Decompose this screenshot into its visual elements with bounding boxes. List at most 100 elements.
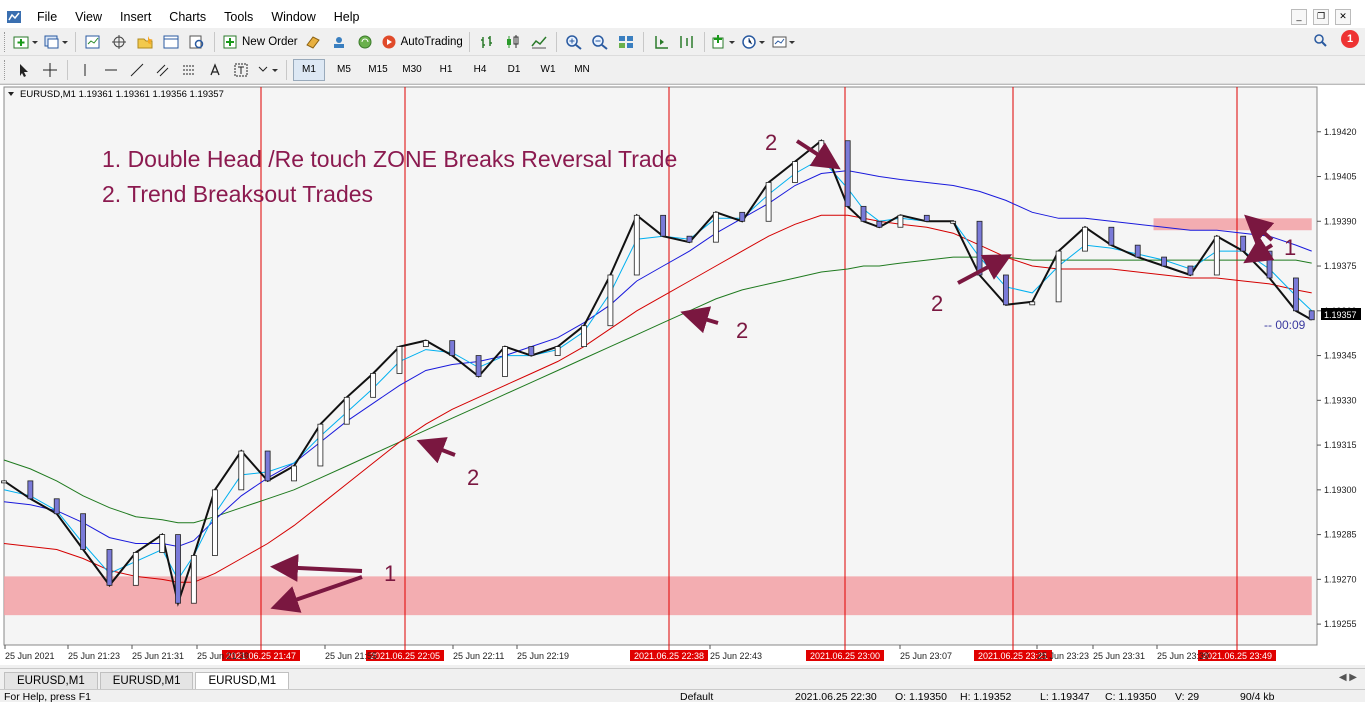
profiles-button[interactable] [43,31,69,53]
notification-badge[interactable]: 1 [1341,30,1359,48]
candlestick-icon [506,34,519,48]
navigator-button[interactable] [134,31,156,53]
fibonacci-button[interactable] [178,59,200,81]
candle [923,214,930,222]
templates-button[interactable] [771,31,797,53]
autotrading-button[interactable]: AutoTrading [380,31,463,53]
text-tool-button[interactable] [204,59,226,81]
metaeditor-button[interactable] [302,31,324,53]
menu-help[interactable]: Help [325,6,369,28]
data-window-button[interactable] [108,31,130,53]
price-chart[interactable]: 2021.06.25 21:47 2021.06.25 22:05 2021.06.… [0,85,1365,665]
search-icon[interactable] [1313,33,1327,47]
y-tick-label: 1.19330 [1324,395,1357,405]
indicators-button[interactable] [711,31,737,53]
horizontal-line-button[interactable] [100,59,122,81]
timeframe-w1[interactable]: W1 [533,60,563,80]
toolbar-separator [75,31,76,52]
x-tick-label: 25 Jun 22:19 [517,651,569,661]
candle [291,465,297,482]
text-icon [210,62,220,75]
menu-file[interactable]: File [28,6,66,28]
candle [396,346,403,374]
candle [1029,301,1036,306]
tile-windows-button[interactable] [615,31,637,53]
strategy-tester-button[interactable] [186,31,208,53]
zoom-in-button[interactable] [563,31,585,53]
timeframe-m1[interactable]: M1 [293,58,325,81]
chart-tab[interactable]: EURUSD,M1 [4,672,98,689]
marker-label: 2 [765,130,777,155]
autoscroll-button[interactable] [676,31,698,53]
timeframe-d1[interactable]: D1 [499,60,529,80]
market-button[interactable] [354,31,376,53]
menu-view[interactable]: View [66,6,111,28]
chart-tab[interactable]: EURUSD,M1 [99,672,194,689]
arrows-button[interactable] [256,59,280,81]
new-order-label: New Order [242,35,298,48]
close-icon[interactable]: ✕ [1335,9,1351,25]
candle [190,555,197,604]
y-tick-label: 1.19345 [1324,351,1357,361]
menu-window[interactable]: Window [262,6,324,28]
event-date-label: 2021.06.25 23:49 [1202,651,1272,661]
candle [712,211,719,243]
horizontal-line-icon [105,69,117,70]
zoom-in-icon [566,34,582,50]
market-watch-icon [85,35,100,48]
line-chart-button[interactable] [528,31,550,53]
trendline-button[interactable] [126,59,148,81]
equidistant-channel-button[interactable] [152,59,174,81]
tab-scroll-icon[interactable]: ◀ ▶ [1339,672,1357,683]
toolbar-separator [214,31,215,52]
text-label-button[interactable] [230,59,252,81]
restore-icon[interactable]: ❐ [1313,9,1329,25]
x-tick-label: 25 Jun 21:31 [132,651,184,661]
line-chart-icon [531,36,547,48]
market-watch-button[interactable] [82,31,104,53]
timeframe-m15[interactable]: M15 [363,60,393,80]
vertical-line-button[interactable] [74,59,96,81]
x-tick-label: 25 Jun 22:43 [710,651,762,661]
crosshair-tool-button[interactable] [39,59,61,81]
zoom-out-button[interactable] [589,31,611,53]
candle [860,205,867,222]
timeframe-h1[interactable]: H1 [431,60,461,80]
profiles-icon [44,35,68,48]
new-chart-button[interactable] [13,31,39,53]
chart-tab-active[interactable]: EURUSD,M1 [195,672,290,689]
timeframe-m5[interactable]: M5 [329,60,359,80]
cursor-icon [20,63,28,77]
timeframe-mn[interactable]: MN [567,60,597,80]
indicators-icon [712,34,735,48]
candle [1002,274,1009,306]
cursor-tool-button[interactable] [13,59,35,81]
menu-insert[interactable]: Insert [111,6,160,28]
new-order-button[interactable]: New Order [221,31,298,53]
candle [1187,265,1194,276]
terminal-button[interactable] [160,31,182,53]
chart-shift-button[interactable] [650,31,672,53]
status-volume: V: 29 [1175,691,1200,702]
toolbar-separator [286,59,287,80]
timeframe-m30[interactable]: M30 [397,60,427,80]
x-tick-label: 25 Jun 23:39 [1157,651,1209,661]
signals-button[interactable] [328,31,350,53]
candle [554,346,561,356]
status-open: O: 1.19350 [895,691,947,702]
periods-button[interactable] [741,31,767,53]
toolbar-separator [642,31,644,52]
menu-charts[interactable]: Charts [160,6,215,28]
toolbar-separator [555,31,557,52]
crosshair-icon [43,62,57,77]
status-close: C: 1.19350 [1105,691,1157,702]
menu-tools[interactable]: Tools [215,6,262,28]
timeframe-h4[interactable]: H4 [465,60,495,80]
minimize-icon[interactable]: _ [1291,9,1307,25]
bar-chart-button[interactable] [476,31,498,53]
candlestick-button[interactable] [502,31,524,53]
chart-window[interactable]: 2021.06.25 21:47 2021.06.25 22:05 2021.06.… [0,84,1365,665]
annotation-line-2: 2. Trend Breaksout Trades [102,181,373,207]
autoscroll-icon [680,35,693,48]
chart-header: EURUSD,M1 1.19361 1.19361 1.19356 1.1935… [20,89,224,100]
